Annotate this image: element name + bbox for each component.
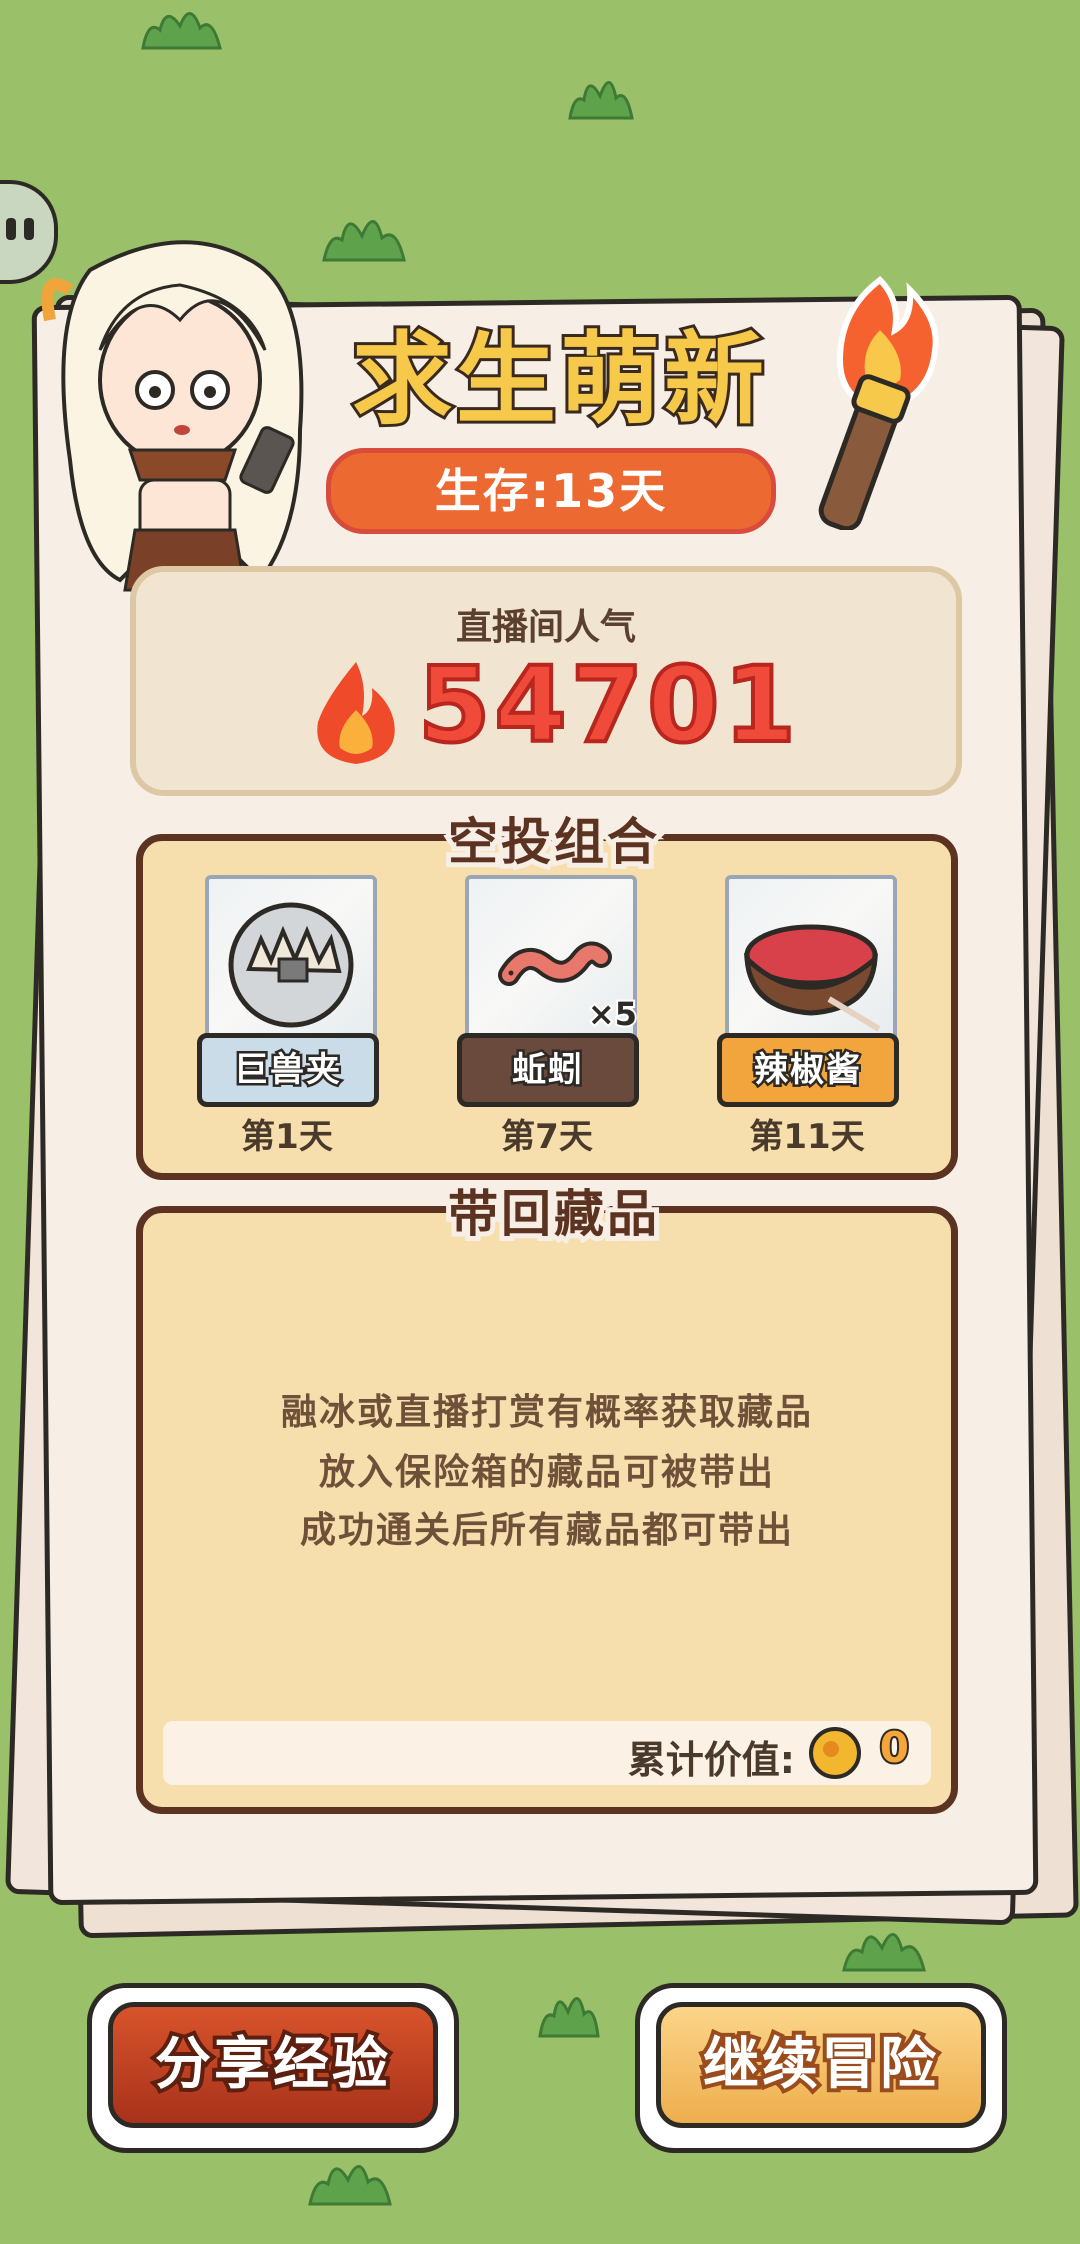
grass-decoration: [538, 1997, 600, 2038]
total-value-label: 累计价值:: [627, 1738, 795, 1782]
continue-button-label: 继续冒险: [699, 2028, 940, 2101]
item-day: 第1天: [241, 1117, 333, 1157]
item-name-label: 巨兽夹: [197, 1033, 379, 1107]
total-value: 0: [878, 1721, 911, 1774]
total-value-bar: 累计价值: 0: [163, 1721, 931, 1785]
coin-icon: [809, 1727, 861, 1779]
loot-info-line: 成功通关后所有藏品都可带出: [299, 1510, 794, 1551]
grass-decoration: [308, 2165, 392, 2206]
share-experience-button[interactable]: 分享经验: [92, 1988, 454, 2148]
airdrop-panel: 巨兽夹 第1天 ×5 蚯蚓 第7天 辣椒酱 第11天: [136, 834, 958, 1180]
grass-decoration: [322, 220, 406, 262]
chili-sauce-bowl-icon: [743, 924, 881, 1032]
share-button-label: 分享经验: [151, 2028, 392, 2101]
loot-panel: 融冰或直播打赏有概率获取藏品 放入保险箱的藏品可被带出 成功通关后所有藏品都可带…: [136, 1206, 958, 1814]
game-title: 求生萌新: [349, 318, 768, 441]
item-card: [205, 875, 377, 1047]
fire-icon: [317, 662, 395, 764]
item-card: [725, 875, 897, 1047]
item-card: ×5: [465, 875, 639, 1047]
survival-days-badge: 生存:13天: [326, 448, 776, 534]
torch-icon: [818, 276, 939, 530]
beast-trap-icon: [228, 902, 354, 1028]
grass-decoration: [842, 1933, 926, 1972]
item-name-label: 辣椒酱: [717, 1033, 899, 1107]
popularity-panel: 直播间人气 54701: [130, 566, 962, 796]
loot-section-title: 带回藏品: [443, 1180, 662, 1248]
airdrop-section-title: 空投组合: [443, 808, 662, 876]
grass-decoration: [568, 81, 634, 120]
item-day: 第11天: [749, 1117, 865, 1157]
grass-decoration: [141, 12, 222, 50]
popularity-value: 54701: [416, 642, 800, 768]
item-count: ×5: [586, 993, 639, 1035]
continue-adventure-button[interactable]: 继续冒险: [640, 1988, 1002, 2148]
loot-info-line: 放入保险箱的藏品可被带出: [318, 1452, 775, 1493]
loot-info-line: 融冰或直播打赏有概率获取藏品: [280, 1392, 813, 1433]
item-name-label: 蚯蚓: [457, 1033, 639, 1107]
item-day: 第7天: [501, 1117, 593, 1157]
popularity-label: 直播间人气: [455, 607, 636, 648]
